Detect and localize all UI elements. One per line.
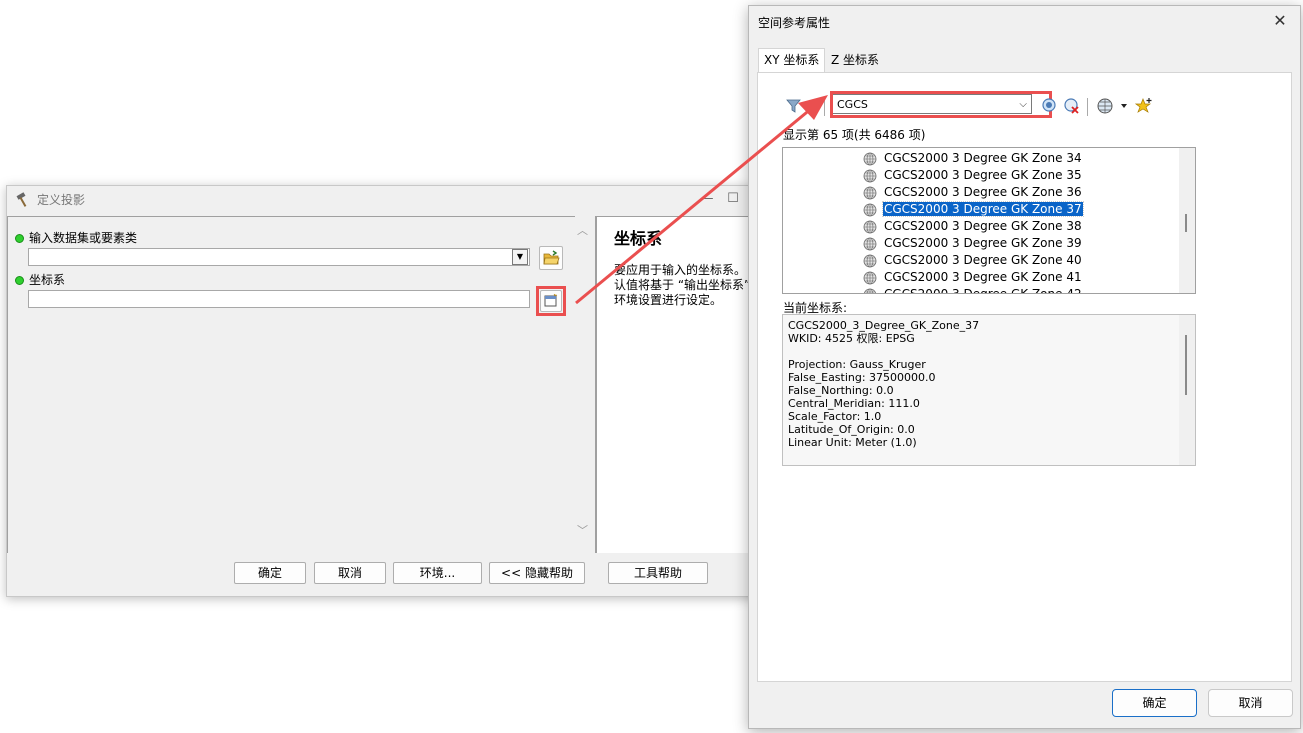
list-item-label: CGCS2000 3 Degree GK Zone 37 [882, 201, 1084, 217]
filter-dropdown-button[interactable] [785, 98, 815, 116]
add-to-favorites-button[interactable] [1134, 97, 1153, 115]
globe-icon [1097, 98, 1127, 114]
parameters-panel: 输入数据集或要素类 ▼ 坐标系 [7, 216, 575, 553]
tool-help-button[interactable]: 工具帮助 [608, 562, 708, 584]
search-icon [1042, 98, 1056, 112]
maximize-button[interactable]: ☐ [723, 191, 743, 209]
input-dataset-row: 输入数据集或要素类 [15, 229, 137, 246]
crs-detail-line: Projection: Gauss_Kruger [788, 358, 926, 371]
dialog-title-bar: 定义投影 [15, 191, 85, 211]
browse-input-button[interactable] [539, 246, 563, 270]
list-item[interactable]: CGCS2000 3 Degree GK Zone 35 [863, 167, 1083, 184]
list-item[interactable]: CGCS2000 3 Degree GK Zone 37 [863, 201, 1084, 218]
crs-detail-line: False_Northing: 0.0 [788, 384, 894, 397]
search-globe-button[interactable] [1041, 97, 1059, 115]
hide-help-button[interactable]: << 隐藏帮助 [489, 562, 585, 584]
list-item[interactable]: CGCS2000 3 Degree GK Zone 36 [863, 184, 1083, 201]
crs-detail-line: False_Easting: 37500000.0 [788, 371, 936, 384]
environments-button[interactable]: 环境... [393, 562, 482, 584]
crs-detail-line: WKID: 4525 权限: EPSG [788, 332, 915, 345]
hammer-icon [16, 191, 27, 207]
globe-icon [863, 288, 877, 293]
list-item-label: CGCS2000 3 Degree GK Zone 35 [884, 168, 1082, 182]
dialog-title: 定义投影 [37, 193, 86, 207]
filter-icon [786, 99, 815, 113]
list-item[interactable]: CGCS2000 3 Degree GK Zone 42 [863, 286, 1083, 294]
search-highlight [830, 91, 1052, 118]
globe-icon [863, 220, 877, 233]
list-item-label: CGCS2000 3 Degree GK Zone 36 [884, 185, 1082, 199]
list-item[interactable]: CGCS2000 3 Degree GK Zone 38 [863, 218, 1083, 235]
input-dataset-label: 输入数据集或要素类 [29, 231, 138, 245]
spatial-reference-dialog: 空间参考属性 ✕ XY 坐标系 Z 坐标系 CGCS ⌵ 显示第 65 项(共 … [748, 5, 1301, 729]
clear-search-icon [1064, 98, 1079, 114]
crs-detail-line: CGCS2000_3_Degree_GK_Zone_37 [788, 319, 980, 332]
tab-xy-coordinate-system[interactable]: XY 坐标系 [758, 48, 826, 73]
crs-label: 坐标系 [29, 273, 66, 287]
list-item-label: CGCS2000 3 Degree GK Zone 38 [884, 219, 1082, 233]
globe-icon [863, 169, 877, 182]
ok-button[interactable]: 确定 [234, 562, 306, 584]
scroll-down-icon[interactable]: ﹀ [577, 522, 588, 538]
details-scrollbar[interactable] [1179, 315, 1195, 465]
required-indicator-icon [15, 276, 24, 285]
minimize-button[interactable]: — [697, 191, 717, 209]
toolbar-separator [824, 98, 825, 116]
close-icon[interactable]: ✕ [1270, 11, 1290, 31]
list-item-label: CGCS2000 3 Degree GK Zone 41 [884, 270, 1082, 284]
list-item-label: CGCS2000 3 Degree GK Zone 34 [884, 151, 1082, 165]
toolbar-separator [1087, 98, 1088, 116]
results-count: 显示第 65 项(共 6486 项) [783, 128, 926, 142]
globe-icon [863, 271, 877, 284]
list-scrollbar[interactable] [1179, 148, 1195, 293]
list-item[interactable]: CGCS2000 3 Degree GK Zone 40 [863, 252, 1083, 269]
globe-icon [863, 254, 877, 267]
help-panel: 坐标系 要应用于输入的坐标系。 认值将基于 “输出坐标系” 环境设置进行设定。 [595, 216, 769, 553]
crs-detail-line: Latitude_Of_Origin: 0.0 [788, 423, 915, 436]
open-folder-icon [543, 250, 560, 265]
scroll-up-icon[interactable]: ︿ [577, 222, 588, 238]
list-scroll-thumb[interactable] [1185, 214, 1187, 232]
sr-ok-button[interactable]: 确定 [1112, 689, 1197, 717]
parameters-scrollbar[interactable]: ︿ ﹀ [574, 216, 594, 552]
required-indicator-icon [15, 234, 24, 243]
globe-icon [863, 237, 877, 250]
crs-detail-line: Scale_Factor: 1.0 [788, 410, 882, 423]
clear-search-button[interactable] [1063, 97, 1081, 115]
list-item[interactable]: CGCS2000 3 Degree GK Zone 34 [863, 150, 1083, 167]
sr-cancel-button[interactable]: 取消 [1208, 689, 1293, 717]
crs-detail-line: Linear Unit: Meter (1.0) [788, 436, 917, 449]
list-item[interactable]: CGCS2000 3 Degree GK Zone 41 [863, 269, 1083, 286]
crs-field[interactable] [28, 290, 530, 308]
properties-icon [544, 293, 558, 307]
globe-icon [863, 203, 877, 216]
chevron-down-icon[interactable]: ▼ [512, 249, 528, 265]
define-projection-dialog: 定义投影 — ☐ 输入数据集或要素类 ▼ 坐标系 ︿ ﹀ 坐标系 要应用于输入的… [6, 185, 769, 597]
coordinate-system-list[interactable]: CGCS2000 3 Degree GK Zone 34 CGCS2000 3 D… [782, 147, 1196, 294]
list-item-label: CGCS2000 3 Degree GK Zone 39 [884, 236, 1082, 250]
help-heading: 坐标系 [614, 229, 663, 248]
sr-dialog-title: 空间参考属性 [758, 16, 831, 30]
tab-z-coordinate-system[interactable]: Z 坐标系 [826, 50, 884, 70]
list-item-label: CGCS2000 3 Degree GK Zone 40 [884, 253, 1082, 267]
cancel-button[interactable]: 取消 [314, 562, 386, 584]
details-scroll-thumb[interactable] [1185, 335, 1187, 395]
globe-icon [863, 186, 877, 199]
add-coordinate-system-dropdown[interactable] [1096, 97, 1130, 115]
current-crs-details: CGCS2000_3_Degree_GK_Zone_37 WKID: 4525 权… [782, 314, 1196, 466]
spatial-reference-properties-button[interactable] [540, 290, 562, 312]
input-dataset-combo[interactable]: ▼ [28, 248, 530, 266]
list-item[interactable]: CGCS2000 3 Degree GK Zone 39 [863, 235, 1083, 252]
crs-detail-line: Central_Meridian: 111.0 [788, 397, 920, 410]
help-text: 要应用于输入的坐标系。 认值将基于 “输出坐标系” 环境设置进行设定。 [614, 263, 751, 307]
crs-row: 坐标系 [15, 271, 65, 288]
list-item-label: CGCS2000 3 Degree GK Zone 42 [884, 287, 1082, 294]
globe-icon [863, 152, 877, 165]
favorite-star-icon [1134, 98, 1152, 113]
